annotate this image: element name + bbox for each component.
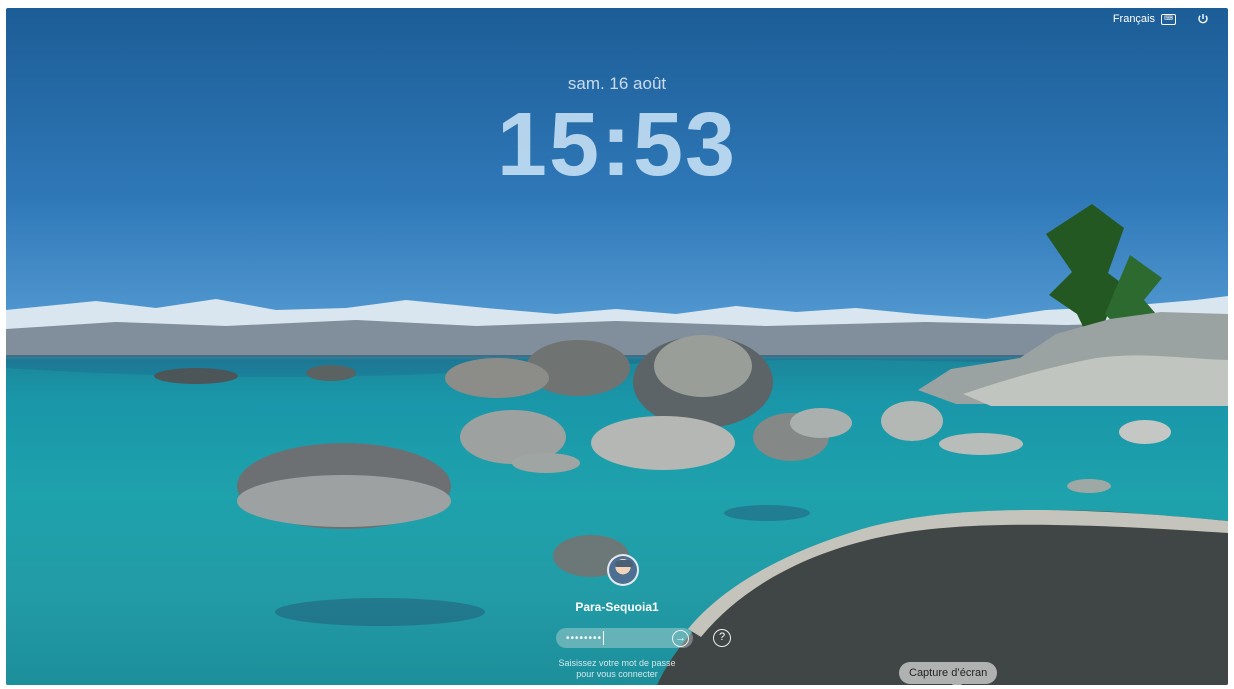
- keyboard-layout-icon: ⌨: [1161, 13, 1176, 25]
- password-hint: Saisissez votre mot de passe pour vous c…: [6, 658, 1228, 680]
- text-cursor: [603, 631, 605, 645]
- status-menubar: Français ⌨: [1113, 12, 1210, 26]
- password-hint-icon[interactable]: ?: [713, 629, 731, 647]
- lock-time: 15:53: [496, 95, 738, 195]
- password-hint-line2: pour vous connecter: [576, 669, 658, 679]
- password-row: •••••••• → ?: [556, 628, 731, 648]
- login-arrow-icon[interactable]: →: [672, 629, 689, 647]
- password-hint-line1: Saisissez votre mot de passe: [558, 658, 676, 668]
- username-label: Para-Sequoia1: [575, 600, 659, 614]
- lock-date: sam. 16 août: [567, 74, 667, 93]
- language-label: Français: [1112, 13, 1155, 25]
- input-language-menu[interactable]: Français ⌨: [1113, 13, 1176, 25]
- user-avatar[interactable]: [607, 554, 639, 586]
- password-value: ••••••••: [566, 632, 603, 644]
- screenshot-tooltip: Capture d’écran: [899, 662, 998, 685]
- lock-screen: Français ⌨ sam. 16 août 15:53 Para-Sequo…: [6, 8, 1228, 685]
- power-icon[interactable]: [1196, 12, 1210, 26]
